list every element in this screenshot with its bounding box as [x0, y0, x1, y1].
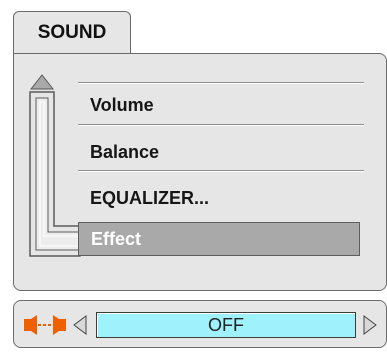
menu-item-label: Volume	[90, 94, 154, 115]
menu-separator	[78, 124, 364, 127]
menu-item-label: Effect	[91, 228, 142, 249]
menu-item-equalizer[interactable]: EQUALIZER...	[78, 181, 360, 215]
menu-item-effect[interactable]: Effect	[78, 222, 360, 256]
menu-separator	[78, 170, 364, 173]
scroll-up-icon[interactable]	[30, 74, 54, 90]
menu-item-label: Balance	[90, 141, 160, 162]
triangle-right-icon[interactable]	[362, 315, 378, 335]
menu-separator	[78, 82, 364, 85]
menu-item-label: EQUALIZER...	[90, 187, 210, 208]
menu-item-volume[interactable]: Volume	[78, 88, 360, 122]
setting-value: OFF	[208, 314, 244, 335]
speaker-pair-icon	[24, 315, 66, 335]
triangle-left-icon[interactable]	[72, 315, 88, 335]
setting-value-field[interactable]: OFF	[96, 312, 356, 338]
menu-item-balance[interactable]: Balance	[78, 135, 360, 169]
